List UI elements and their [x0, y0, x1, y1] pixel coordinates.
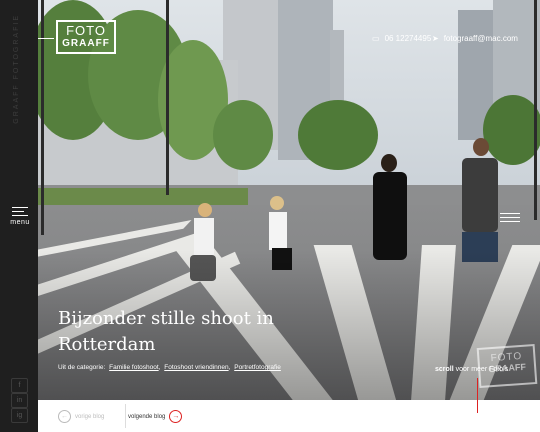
category-link-portret[interactable]: Portretfotografie — [234, 364, 281, 371]
logo-text-foto: FOTO — [66, 23, 106, 38]
phone-link[interactable]: ▭ 06 12274495 — [372, 34, 431, 43]
menu-label: menu — [10, 219, 30, 226]
right-hamburger-icon[interactable] — [500, 210, 520, 222]
category-prefix: Uit de categorie: — [58, 364, 106, 371]
blog-navigation-bar: ← vorige blog volgende blog → — [38, 400, 540, 432]
page-title: Bijzonder stille shoot in Rotterdam — [58, 308, 274, 355]
logo-text-graaff: GRAAFF — [62, 38, 110, 49]
nav-divider — [125, 404, 126, 428]
category-link-vriendinnen[interactable]: Fotoshoot vriendinnen — [164, 364, 228, 371]
scroll-indicator-line — [477, 378, 478, 413]
arrow-right-icon: → — [169, 410, 183, 423]
phone-icon: ▭ — [372, 34, 380, 43]
category-line: Uit de categorie: Familie fotoshoot, Fot… — [58, 364, 281, 371]
next-blog-label: volgende blog — [128, 414, 166, 421]
next-blog-link[interactable]: volgende blog → — [128, 410, 183, 423]
email-link[interactable]: ➤ fotograaff@mac.com — [432, 34, 518, 43]
phone-number: 06 12274495 — [384, 34, 432, 43]
category-link-familie[interactable]: Familie fotoshoot — [109, 364, 159, 371]
left-sidebar: GRAAFF FOTOGRAFIE menu f in ig — [0, 0, 38, 432]
instagram-icon[interactable]: ig — [11, 408, 28, 423]
site-logo[interactable]: FOTO GRAAFF — [56, 20, 116, 54]
previous-blog-link[interactable]: ← vorige blog — [58, 410, 104, 423]
watermark-logo: FOTO GRAAFF — [476, 344, 538, 388]
previous-blog-label: vorige blog — [75, 414, 105, 421]
sidebar-vertical-text: GRAAFF FOTOGRAFIE — [13, 14, 20, 124]
hamburger-icon — [8, 207, 32, 216]
facebook-icon[interactable]: f — [11, 378, 28, 393]
linkedin-icon[interactable]: in — [11, 393, 28, 408]
scroll-bold: scroll — [435, 366, 454, 373]
arrow-left-icon: ← — [58, 410, 71, 423]
menu-button[interactable]: menu — [8, 204, 32, 226]
send-icon: ➤ — [432, 34, 439, 43]
email-address: fotograaff@mac.com — [443, 34, 518, 43]
